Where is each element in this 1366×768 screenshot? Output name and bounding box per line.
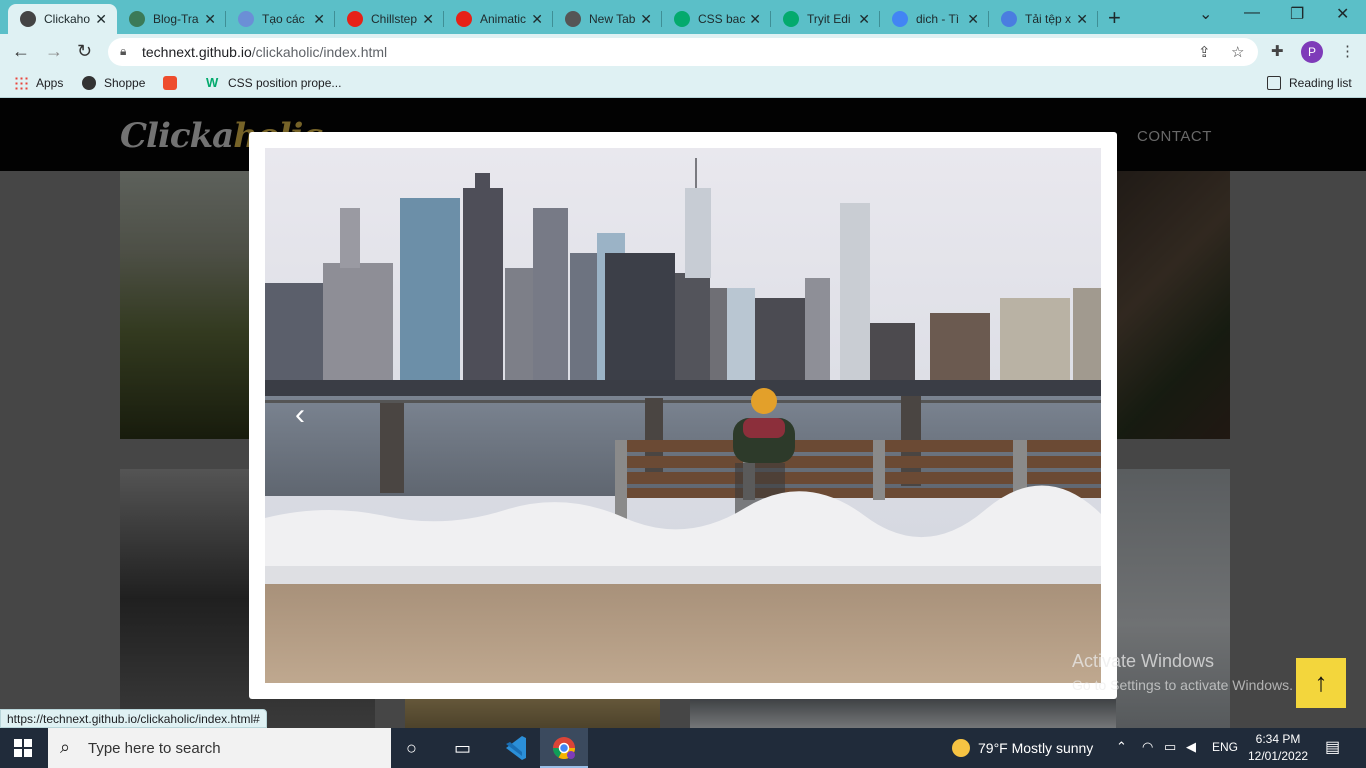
tab-close-icon[interactable]: ✕ xyxy=(1076,11,1088,28)
tab-title: Tạo các xyxy=(262,12,305,26)
tab-search-icon[interactable]: ⌄ xyxy=(1199,4,1212,24)
lightbox-image-city-skyline: ‹ xyxy=(265,148,1101,683)
w3schools-icon xyxy=(674,11,690,27)
tab-4[interactable]: Animatic ✕ xyxy=(444,4,553,34)
chrome-globe-icon xyxy=(565,11,581,27)
windows-taskbar: ⌕ Type here to search ○ ▭ 79°F Mostly su… xyxy=(0,728,1366,768)
tab-close-icon[interactable]: ✕ xyxy=(204,11,216,28)
lightbox-modal: ‹ xyxy=(249,132,1117,699)
activate-windows-title: Activate Windows xyxy=(1072,651,1215,671)
heart-icon xyxy=(1001,11,1017,27)
reading-list-icon xyxy=(1267,76,1281,90)
w3schools-icon: W xyxy=(206,75,219,90)
search-icon: ⌕ xyxy=(60,737,71,757)
tab-separator xyxy=(1097,11,1098,27)
tab-strip: Clickaho ✕ Blog-Tra ✕ Tạo các ✕ Chillstep ✕ Anim… xyxy=(0,0,1366,34)
tab-close-icon[interactable]: ✕ xyxy=(640,11,652,28)
web-page: Clickaholic CONTACT xyxy=(0,98,1366,728)
task-view-icon[interactable]: ▭ xyxy=(454,738,471,759)
bookmark-shopee-logo[interactable] xyxy=(163,76,185,90)
tab-8[interactable]: dich - Tì ✕ xyxy=(880,4,989,34)
tab-title: New Tab xyxy=(589,12,636,26)
tab-0[interactable]: Clickaho ✕ xyxy=(8,4,117,34)
tab-close-icon[interactable]: ✕ xyxy=(858,11,870,28)
tab-close-icon[interactable]: ✕ xyxy=(95,11,107,28)
tab-title: Tải tệp x xyxy=(1025,12,1072,26)
tab-title: Chillstep xyxy=(371,12,418,26)
bookmark-shoppe[interactable]: Shoppe xyxy=(82,76,145,90)
extensions-icon[interactable]: ✚ xyxy=(1271,42,1284,60)
share-icon[interactable]: ⇪ xyxy=(1198,43,1211,61)
tab-title: Blog-Tra xyxy=(153,12,199,26)
show-hidden-icons[interactable]: ⌃ xyxy=(1116,739,1127,755)
cortana-icon[interactable]: ○ xyxy=(406,738,417,759)
lock-icon[interactable]: 🔒︎ xyxy=(120,44,126,59)
v-logo-icon xyxy=(238,11,254,27)
tab-title: dich - Tì xyxy=(916,12,960,26)
address-url[interactable]: technext.github.io/clickaholic/index.htm… xyxy=(142,44,387,60)
back-icon[interactable]: ← xyxy=(12,41,30,62)
network-icon[interactable]: ◠ xyxy=(1142,739,1153,755)
reload-icon[interactable]: ↻ xyxy=(77,41,92,62)
system-clock[interactable]: 6:34 PM 12/01/2022 xyxy=(1248,731,1308,765)
activate-windows-subtitle: Go to Settings to activate Windows. xyxy=(1072,677,1293,693)
restore-button[interactable]: ❐ xyxy=(1290,4,1304,24)
tab-close-icon[interactable]: ✕ xyxy=(313,11,325,28)
scroll-to-top-button[interactable]: ↑ xyxy=(1296,658,1346,708)
tab-close-icon[interactable]: ✕ xyxy=(422,11,434,28)
menu-kebab-icon[interactable]: ⋮ xyxy=(1340,42,1355,60)
bookmark-apps[interactable]: Apps xyxy=(14,76,63,90)
google-icon xyxy=(892,11,908,27)
volume-icon[interactable]: ◀ xyxy=(1186,739,1196,755)
tab-title: Clickaho xyxy=(44,12,91,26)
tab-title: CSS bac xyxy=(698,12,746,26)
tab-7[interactable]: Tryit Edi ✕ xyxy=(771,4,880,34)
youtube-icon xyxy=(456,11,472,27)
tab-close-icon[interactable]: ✕ xyxy=(967,11,979,28)
chrome-globe-icon xyxy=(20,11,36,27)
w3schools-icon xyxy=(783,11,799,27)
tab-3[interactable]: Chillstep ✕ xyxy=(335,4,444,34)
language-indicator[interactable]: ENG xyxy=(1212,740,1238,754)
reading-list[interactable]: Reading list xyxy=(1267,76,1352,90)
minimize-button[interactable]: — xyxy=(1244,4,1260,22)
tab-9[interactable]: Tải tệp x ✕ xyxy=(989,4,1098,34)
bookmark-css-position[interactable]: W CSS position prope... xyxy=(206,75,341,91)
tab-5[interactable]: New Tab ✕ xyxy=(553,4,662,34)
youtube-icon xyxy=(347,11,363,27)
lightbox-prev-arrow[interactable]: ‹ xyxy=(295,398,305,432)
windows-start-icon[interactable] xyxy=(14,739,32,757)
forward-icon[interactable]: → xyxy=(45,41,63,62)
tab-close-icon[interactable]: ✕ xyxy=(749,11,761,28)
sun-icon xyxy=(952,739,970,757)
globe-icon xyxy=(82,76,96,90)
tab-6[interactable]: CSS bac ✕ xyxy=(662,4,771,34)
vscode-taskbar-icon[interactable] xyxy=(492,728,540,768)
close-window-button[interactable]: ✕ xyxy=(1336,4,1349,24)
notification-icon[interactable]: ▤ xyxy=(1325,737,1340,757)
shopee-bag-icon xyxy=(163,76,177,90)
bookmarks-bar: Apps Shoppe W CSS position prope... Read… xyxy=(0,70,1366,98)
new-tab-button[interactable]: + xyxy=(1108,5,1121,31)
tab-1[interactable]: Blog-Tra ✕ xyxy=(117,4,226,34)
battery-icon[interactable]: ▭ xyxy=(1164,739,1176,755)
earth-icon xyxy=(129,11,145,27)
taskbar-search-box[interactable]: ⌕ Type here to search xyxy=(48,728,391,768)
tab-title: Tryit Edi xyxy=(807,12,851,26)
bookmark-star-icon[interactable]: ☆ xyxy=(1231,43,1244,61)
status-bar-url: https://technext.github.io/clickaholic/i… xyxy=(0,709,267,728)
profile-avatar[interactable]: P xyxy=(1301,41,1323,63)
tab-title: Animatic xyxy=(480,12,527,26)
browser-toolbar: ← → ↻ 🔒︎ technext.github.io/clickaholic/… xyxy=(0,34,1366,70)
address-bar[interactable]: 🔒︎ technext.github.io/clickaholic/index.… xyxy=(108,38,1258,66)
chrome-taskbar-icon[interactable] xyxy=(540,728,588,768)
apps-grid-icon xyxy=(14,76,28,90)
weather-widget[interactable]: 79°F Mostly sunny xyxy=(952,739,1093,757)
tab-2[interactable]: Tạo các ✕ xyxy=(226,4,335,34)
tab-close-icon[interactable]: ✕ xyxy=(531,11,543,28)
